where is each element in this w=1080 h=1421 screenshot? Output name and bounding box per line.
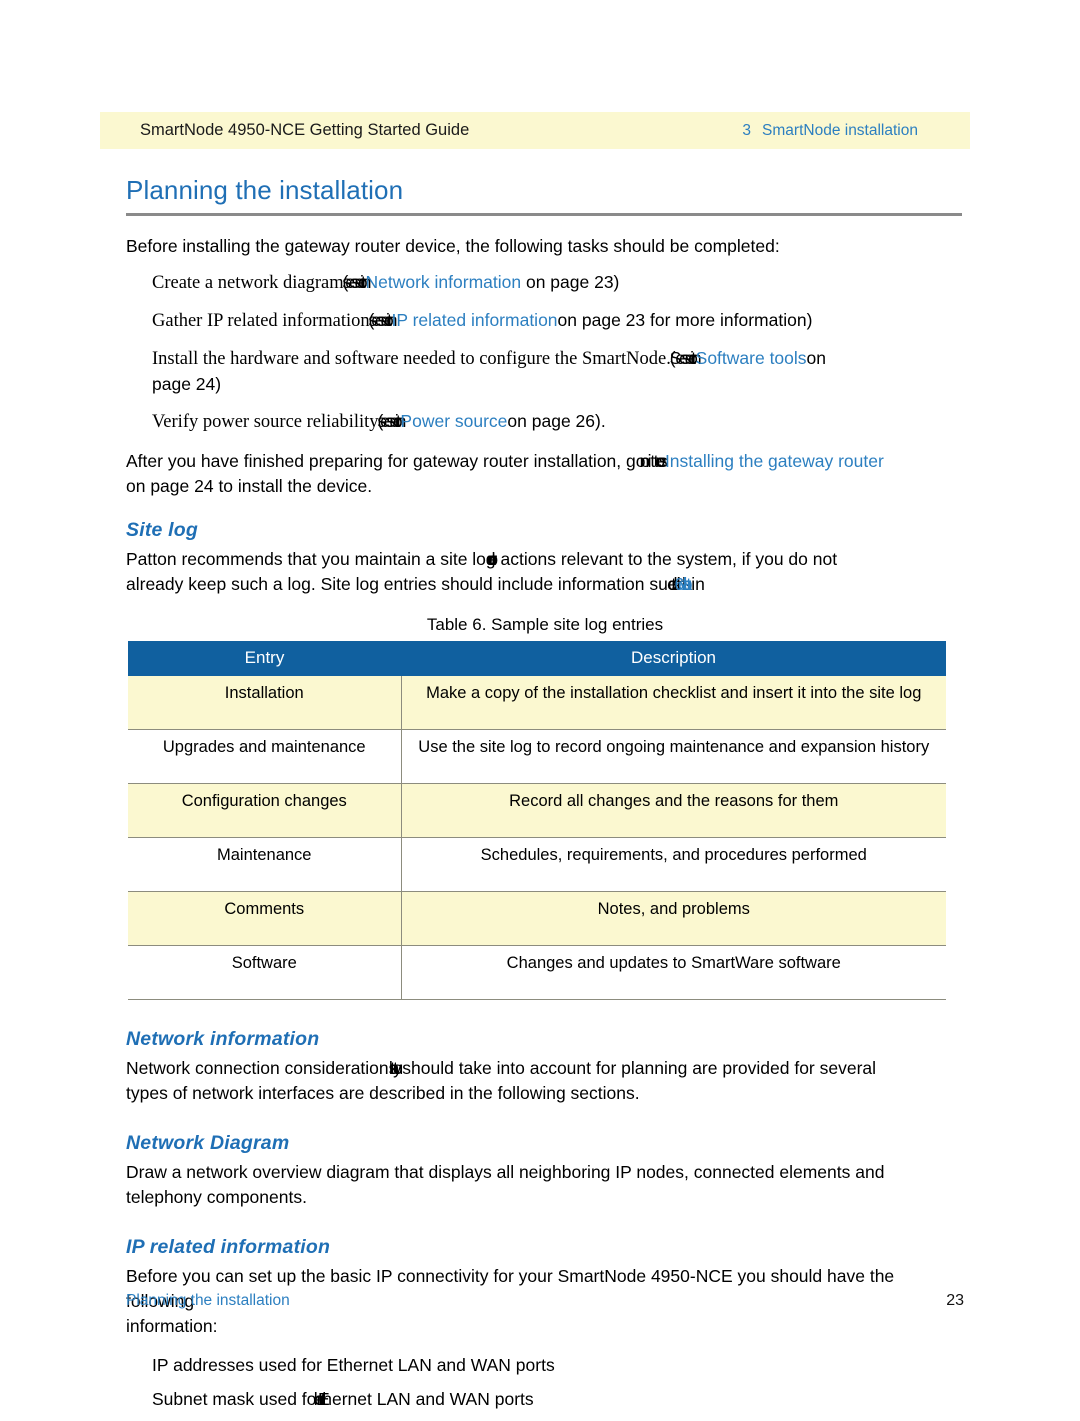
task-link-software-tools[interactable]: Software tools [696,348,807,368]
cell-description: Notes, and problems [401,891,946,946]
table-header-row: Entry Description [128,641,946,676]
table-row: Maintenance Schedules, requirements, and… [128,837,946,892]
ip-item-addresses: IP addresses used for Ethernet LAN and W… [152,1355,555,1375]
task-lead: Create a network diagram [152,273,344,293]
document-page: SmartNode 4950-NCE Getting Started Guide… [0,0,1080,1409]
sitelog-e: already keep such a log. Site log entrie… [126,574,687,594]
netinfo-a: Network connection considerations [126,1058,398,1078]
task-tail: on page 26). [507,411,606,431]
cell-entry: Upgrades and maintenance [128,729,402,784]
table-row: Comments Notes, and problems [128,891,946,946]
netinfo-d: should take into account for planning ar… [397,1058,877,1078]
heading-network-information: Network information [126,1028,320,1050]
cell-description: Use the site log to record ongoing maint… [401,729,946,784]
column-header-entry: Entry [128,641,401,676]
cell-description: Make a copy of the installation checklis… [401,676,946,730]
network-diagram-paragraph: Draw a network overview diagram that dis… [126,1160,964,1210]
title-divider [126,213,962,216]
intro-paragraph: Before installing the gateway router dev… [126,236,780,256]
task-tail: on page 23 for more information) [557,310,813,330]
after-part1: After you have finished preparing for ga… [126,451,665,471]
task-mid: (see section [343,272,372,292]
task-item-install-hardware: Install the hardware and software needed… [152,346,964,397]
heading-network-diagram: Network Diagram [126,1132,290,1154]
cell-description: Record all changes and the reasons for t… [401,783,946,838]
column-header-description: Description [401,641,946,676]
header-chapter-ref: 3 SmartNode installation [742,122,918,140]
network-information-paragraph: Network connection considerations that y… [126,1056,964,1106]
table-row: Upgrades and maintenance Use the site lo… [128,729,946,784]
header-guide-title: SmartNode 4950-NCE Getting Started Guide [140,121,470,139]
after-line2: on page 24 to install the device. [126,476,373,496]
cell-entry: Installation [128,676,402,730]
task-item-gather-ip: Gather IP related information (see secti… [152,308,964,334]
task-second-line: page 24) [152,374,222,394]
page-title: Planning the installation [126,175,404,205]
after-preparation-paragraph: After you have finished preparing for ga… [126,449,964,499]
task-item-create-diagram: Create a network diagram (see sectionNet… [152,270,964,296]
sitelog-d: actions relevant to the system, if you d… [495,549,838,569]
footer-section-link[interactable]: Planning the installation [126,1292,290,1310]
footer-page-number: 23 [946,1292,964,1309]
task-mid: (see section [369,310,398,330]
task-mid: (See section [670,348,702,368]
running-header: SmartNode 4950-NCE Getting Started Guide… [100,112,970,149]
cell-entry: Software [128,945,402,1000]
netinfo-line2: types of network interfaces are describe… [126,1083,640,1103]
link-installing-the-gateway-router[interactable]: Installing the gateway router [665,451,884,471]
cell-entry: Configuration changes [128,783,402,838]
sitelog-end: in [686,574,705,594]
site-log-paragraph: Patton recommends that you maintain a si… [126,547,964,597]
table-row: Installation Make a copy of the installa… [128,676,946,730]
task-item-verify-power: Verify power source reliability (see sec… [152,409,964,435]
ip-item-subnet-mask: Subnet mask used for the Ethernet LAN an… [152,1387,964,1412]
subnet-a: Subnet mask used for [152,1389,323,1409]
netdiag-line2: telephony components. [126,1187,307,1207]
subnet-d: hernet LAN and WAN ports [322,1389,534,1409]
header-chapter-name: SmartNode installation [762,121,918,139]
page-content: Planning the installation Before install… [126,175,964,1421]
cell-description: Changes and updates to SmartWare softwar… [401,945,946,1000]
task-link-network-information[interactable]: Network information [365,272,521,292]
page-footer: Planning the installation 23 [126,1292,964,1310]
heading-ip-related-information: IP related information [126,1236,331,1258]
cell-entry: Comments [128,891,402,946]
task-tail: on [806,348,826,368]
cell-entry: Maintenance [128,837,402,892]
table-row: Configuration changes Record all changes… [128,783,946,838]
cell-description: Schedules, requirements, and procedures … [401,837,946,892]
task-link-power-source[interactable]: Power source [400,411,507,431]
table-caption: Table 6. Sample site log entries [426,615,664,634]
task-link-ip-related-information[interactable]: IP related information [392,310,558,330]
task-lead: Gather IP related information [152,311,370,331]
task-mid: (see section [377,411,406,431]
header-chapter-number: 3 [742,121,752,139]
table-row: Software Changes and updates to SmartWar… [128,945,946,1000]
task-lead: Install the hardware and software needed… [152,349,671,369]
netdiag-line1: Draw a network overview diagram that dis… [126,1162,885,1182]
site-log-table: Entry Description Installation Make a co… [128,641,946,1000]
task-tail: on page 23) [521,272,620,292]
heading-site-log: Site log [126,519,199,541]
task-lead: Verify power source reliability [152,412,379,432]
sitelog-a: Patton recommends that you maintain a si… [126,549,496,569]
ipinfo-line2: information: [126,1316,218,1336]
